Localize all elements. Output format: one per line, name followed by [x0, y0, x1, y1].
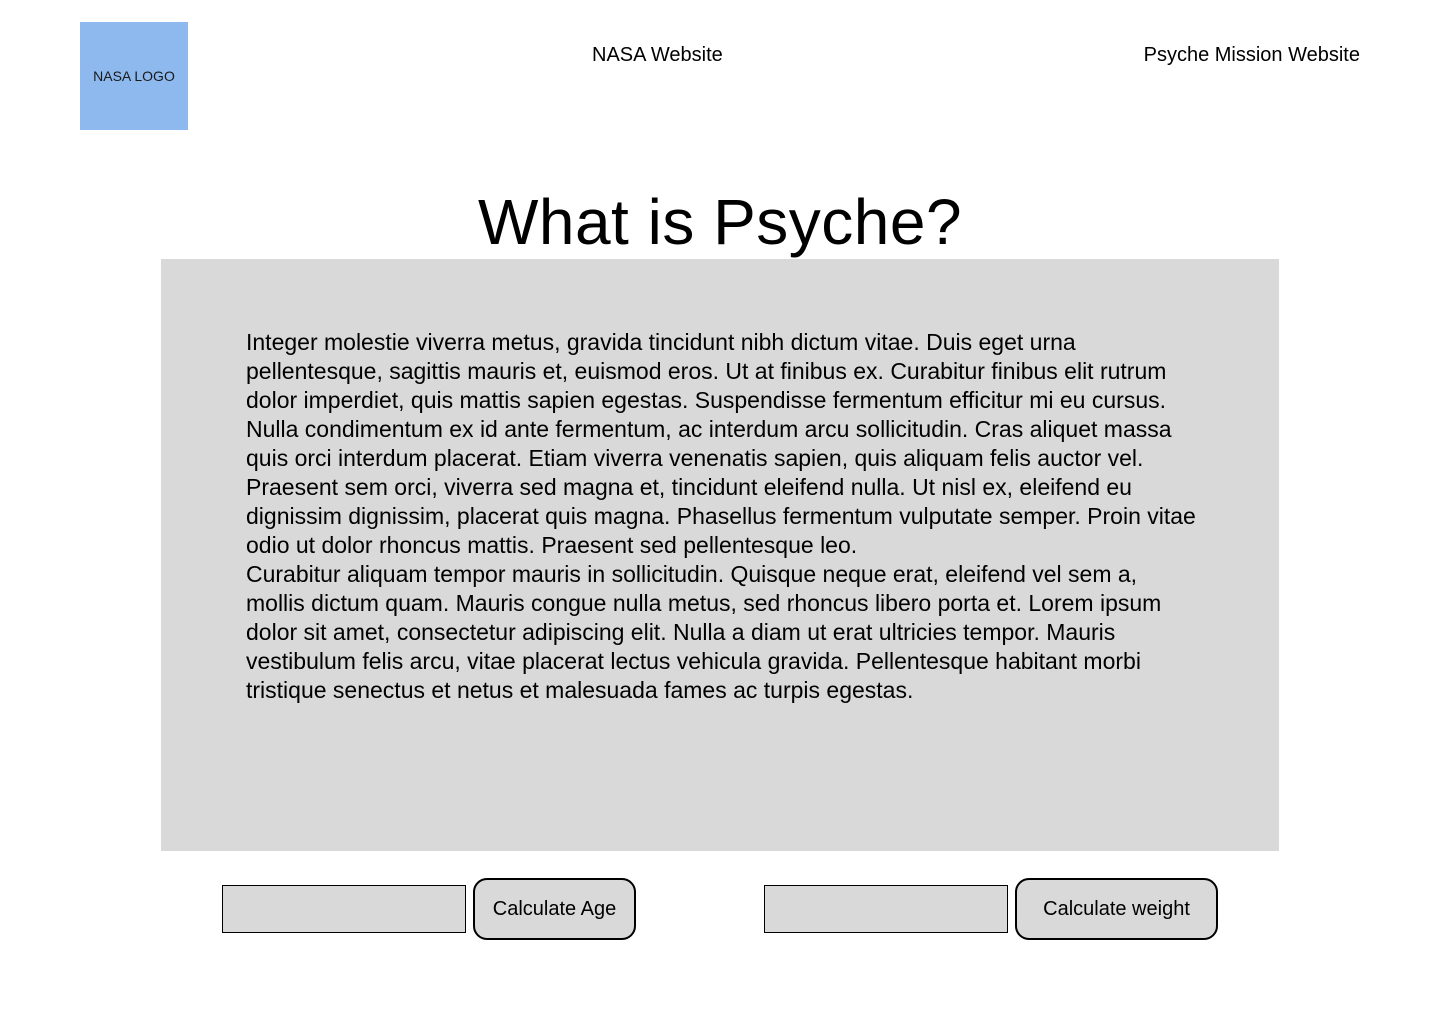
nasa-logo-text: NASA LOGO: [93, 68, 175, 84]
nasa-website-link[interactable]: NASA Website: [592, 44, 723, 67]
calculate-weight-button[interactable]: Calculate weight: [1015, 878, 1218, 940]
calculate-age-button[interactable]: Calculate Age: [473, 878, 636, 940]
nasa-logo[interactable]: NASA LOGO: [80, 22, 188, 130]
page-title: What is Psyche?: [477, 186, 963, 258]
content-paragraph-2: Curabitur aliquam tempor mauris in solli…: [246, 561, 1162, 703]
content-paragraph-1: Integer molestie viverra metus, gravida …: [246, 329, 1196, 558]
age-input[interactable]: [222, 885, 466, 933]
psyche-mission-website-link[interactable]: Psyche Mission Website: [1144, 44, 1360, 67]
content-text: Integer molestie viverra metus, gravida …: [246, 328, 1201, 705]
content-panel: Integer molestie viverra metus, gravida …: [161, 259, 1279, 851]
weight-input[interactable]: [764, 885, 1008, 933]
